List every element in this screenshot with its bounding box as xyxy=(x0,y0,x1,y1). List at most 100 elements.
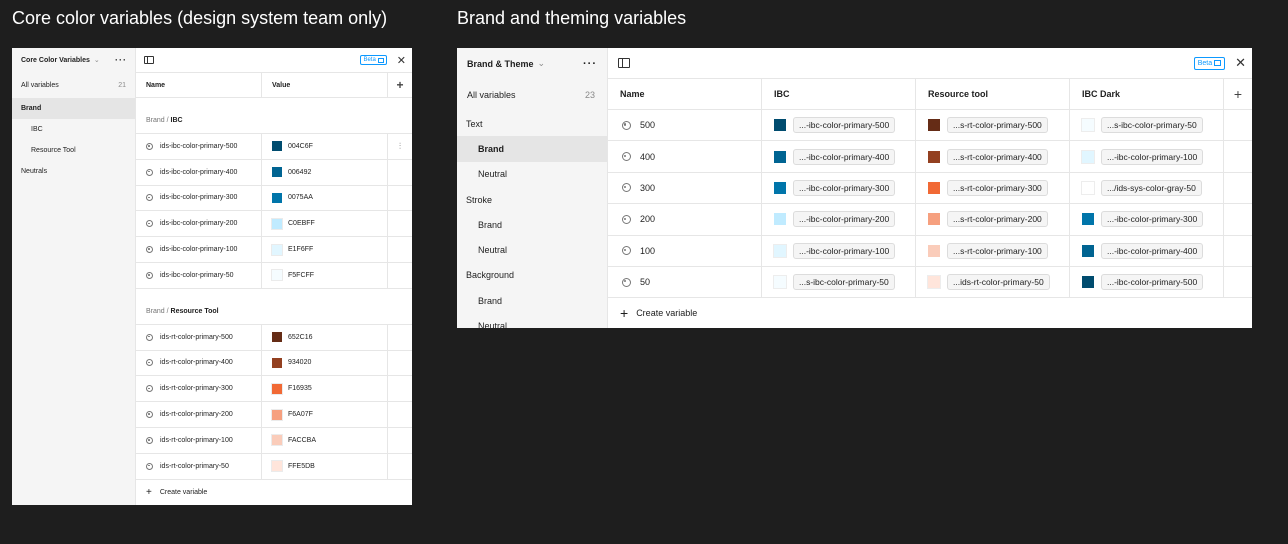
table-row[interactable]: ids-rt-color-primary-200 F6A07F xyxy=(136,402,412,428)
table-row[interactable]: ids-ibc-color-primary-300 0075AA xyxy=(136,185,412,212)
variable-name-cell[interactable]: 400 xyxy=(608,141,762,172)
table-row[interactable]: ids-rt-color-primary-300 F16935 xyxy=(136,376,412,403)
sidebar-toggle-icon[interactable] xyxy=(618,58,630,68)
core-collection-dropdown[interactable]: Core Color Variables ⌄ xyxy=(21,56,100,65)
brand-all-variables[interactable]: All variables 23 xyxy=(457,79,607,111)
alias-pill[interactable]: ...s-rt-color-primary-100 xyxy=(947,242,1048,259)
brand-collection-dropdown[interactable]: Brand & Theme ⌄ xyxy=(467,58,545,69)
alias-cell[interactable]: ...s-rt-color-primary-200 xyxy=(916,204,1070,235)
alias-pill[interactable]: ...s-rt-color-primary-400 xyxy=(947,148,1048,165)
alias-pill[interactable]: ...-ibc-color-primary-100 xyxy=(793,242,896,259)
column-header-resource-tool[interactable]: Resource tool xyxy=(916,79,1070,109)
table-row[interactable]: 500 ...-ibc-color-primary-500 ...s-rt-colo… xyxy=(608,110,1252,142)
variable-name-cell[interactable]: ids-rt-color-primary-500 xyxy=(136,324,262,350)
table-row[interactable]: 50 ...s-ibc-color-primary-50 ...ids-rt-col… xyxy=(608,266,1252,299)
alias-pill[interactable]: ...-ibc-color-primary-500 xyxy=(1101,274,1204,291)
alias-cell[interactable]: ...-ibc-color-primary-400 xyxy=(762,141,916,172)
sidebar-item-neutral[interactable]: Neutral xyxy=(457,162,607,187)
alias-cell[interactable]: ...-ibc-color-primary-500 xyxy=(762,110,916,141)
sidebar-item-text[interactable]: Text xyxy=(457,111,607,136)
table-row[interactable]: ids-rt-color-primary-400 934020 xyxy=(136,350,412,377)
variable-value-cell[interactable]: E1F6FF xyxy=(262,237,388,262)
variable-value-cell[interactable]: F16935 xyxy=(262,376,388,402)
sidebar-item-neutrals[interactable]: Neutrals xyxy=(12,161,135,182)
beta-badge[interactable]: Beta xyxy=(360,55,387,65)
alias-pill[interactable]: ...s-ibc-color-primary-50 xyxy=(793,274,895,291)
variable-name-cell[interactable]: ids-rt-color-primary-50 xyxy=(136,453,262,479)
alias-cell[interactable]: ...-ibc-color-primary-200 xyxy=(762,204,916,235)
table-row[interactable]: 400 ...-ibc-color-primary-400 ...s-rt-colo… xyxy=(608,141,1252,173)
sidebar-item-stroke[interactable]: Stroke xyxy=(457,187,607,212)
column-header-name[interactable]: Name xyxy=(136,73,262,97)
adjust-icon[interactable]: ⫶ xyxy=(399,141,401,152)
variable-name-cell[interactable]: 300 xyxy=(608,172,762,204)
table-row[interactable]: ids-rt-color-primary-500 652C16 xyxy=(136,324,412,351)
variable-name-cell[interactable]: ids-ibc-color-primary-200 xyxy=(136,211,262,237)
variable-name-cell[interactable]: 50 xyxy=(608,266,762,298)
variable-name-cell[interactable]: ids-ibc-color-primary-400 xyxy=(136,159,262,185)
alias-pill[interactable]: ...-ibc-color-primary-300 xyxy=(1101,211,1204,228)
alias-cell[interactable]: ...s-ibc-color-primary-50 xyxy=(762,266,916,298)
variable-name-cell[interactable]: ids-rt-color-primary-100 xyxy=(136,427,262,453)
sidebar-item-neutral[interactable]: Neutral xyxy=(457,313,607,328)
alias-cell[interactable]: ...-ibc-color-primary-400 xyxy=(1070,235,1224,266)
table-row[interactable]: 300 ...-ibc-color-primary-300 ...s-rt-colo… xyxy=(608,172,1252,205)
alias-pill[interactable]: ...ids-rt-color-primary-50 xyxy=(947,274,1050,291)
variable-value-cell[interactable]: F5FCFF xyxy=(262,262,388,288)
alias-cell[interactable]: ...s-rt-color-primary-300 xyxy=(916,172,1070,204)
column-header-ibc[interactable]: IBC xyxy=(762,79,916,109)
create-variable-button[interactable]: + Create variable xyxy=(608,298,1252,327)
alias-pill[interactable]: ...s-rt-color-primary-200 xyxy=(947,211,1048,228)
alias-cell[interactable]: ...s-rt-color-primary-500 xyxy=(916,110,1070,141)
table-row[interactable]: ids-ibc-color-primary-200 C0EBFF xyxy=(136,211,412,238)
create-variable-button[interactable]: + Create variable xyxy=(136,480,412,505)
variable-value-cell[interactable]: 0075AA xyxy=(262,185,388,211)
variable-name-cell[interactable]: ids-rt-color-primary-200 xyxy=(136,402,262,427)
column-header-value[interactable]: Value xyxy=(262,73,388,97)
sidebar-item-brand[interactable]: Brand xyxy=(457,136,607,162)
sidebar-item-neutral[interactable]: Neutral xyxy=(457,237,607,262)
more-icon[interactable]: ··· xyxy=(583,58,597,70)
alias-cell[interactable]: ...-ibc-color-primary-500 xyxy=(1070,266,1224,298)
table-row[interactable]: ids-ibc-color-primary-50 F5FCFF xyxy=(136,262,412,289)
alias-pill[interactable]: ...-ibc-color-primary-200 xyxy=(793,211,896,228)
variable-name-cell[interactable]: ids-rt-color-primary-300 xyxy=(136,376,262,402)
variable-value-cell[interactable]: 004C6F xyxy=(262,134,388,159)
sidebar-item-brand[interactable]: Brand xyxy=(457,212,607,237)
close-icon[interactable]: ✕ xyxy=(397,54,406,67)
variable-name-cell[interactable]: 100 xyxy=(608,235,762,266)
table-row[interactable]: ids-rt-color-primary-50 FFE5DB xyxy=(136,453,412,480)
plus-icon[interactable]: + xyxy=(1224,79,1252,109)
variable-value-cell[interactable]: 934020 xyxy=(262,350,388,376)
table-row[interactable]: ids-ibc-color-primary-400 006492 xyxy=(136,159,412,186)
alias-pill[interactable]: ...-ibc-color-primary-100 xyxy=(1101,148,1204,165)
alias-pill[interactable]: ...s-rt-color-primary-500 xyxy=(947,117,1048,134)
alias-cell[interactable]: ...-ibc-color-primary-300 xyxy=(762,172,916,204)
alias-pill[interactable]: ...-ibc-color-primary-300 xyxy=(793,179,896,196)
variable-value-cell[interactable]: F6A07F xyxy=(262,402,388,427)
sidebar-toggle-icon[interactable] xyxy=(144,56,154,64)
sidebar-item-ibc[interactable]: IBC xyxy=(12,119,135,140)
alias-cell[interactable]: .../ids-sys-color-gray-50 xyxy=(1070,172,1224,204)
plus-icon[interactable]: + xyxy=(388,73,412,97)
alias-cell[interactable]: ...-ibc-color-primary-300 xyxy=(1070,204,1224,235)
variable-name-cell[interactable]: ids-ibc-color-primary-300 xyxy=(136,185,262,211)
sidebar-item-background[interactable]: Background xyxy=(457,263,607,288)
variable-value-cell[interactable]: FACCBA xyxy=(262,427,388,453)
alias-cell[interactable]: ...s-ibc-color-primary-50 xyxy=(1070,110,1224,141)
variable-name-cell[interactable]: 500 xyxy=(608,110,762,141)
alias-cell[interactable]: ...-ibc-color-primary-100 xyxy=(762,235,916,266)
column-header-ibc-dark[interactable]: IBC Dark xyxy=(1070,79,1224,109)
alias-pill[interactable]: .../ids-sys-color-gray-50 xyxy=(1101,179,1202,196)
more-icon[interactable]: ··· xyxy=(115,55,127,65)
table-row[interactable]: ids-ibc-color-primary-100 E1F6FF xyxy=(136,237,412,263)
variable-value-cell[interactable]: 006492 xyxy=(262,159,388,185)
alias-pill[interactable]: ...s-rt-color-primary-300 xyxy=(947,179,1048,196)
alias-cell[interactable]: ...s-rt-color-primary-400 xyxy=(916,141,1070,172)
alias-pill[interactable]: ...-ibc-color-primary-500 xyxy=(793,117,896,134)
variable-name-cell[interactable]: ids-rt-color-primary-400 xyxy=(136,350,262,376)
alias-cell[interactable]: ...-ibc-color-primary-100 xyxy=(1070,141,1224,172)
alias-cell[interactable]: ...s-rt-color-primary-100 xyxy=(916,235,1070,266)
variable-name-cell[interactable]: ids-ibc-color-primary-100 xyxy=(136,237,262,262)
variable-value-cell[interactable]: C0EBFF xyxy=(262,211,388,237)
